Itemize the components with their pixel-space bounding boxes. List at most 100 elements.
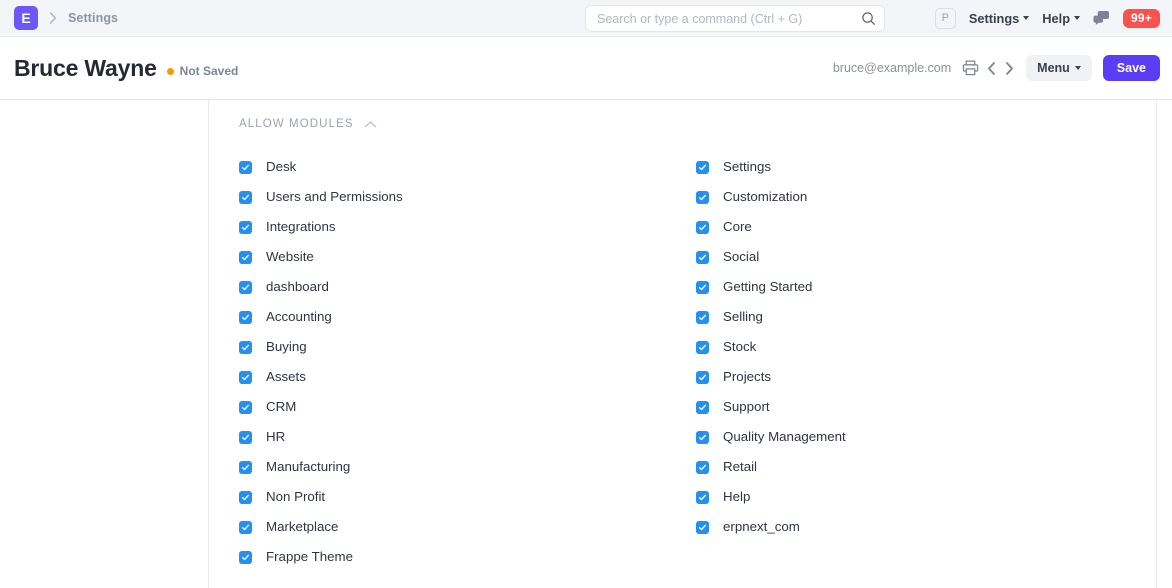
module-checkbox-label: Marketplace — [266, 520, 338, 533]
module-checkbox-row[interactable]: Website — [239, 242, 696, 272]
checkbox-checked-icon[interactable] — [239, 341, 252, 354]
top-navbar: E Settings P Settings Help 99+ — [0, 0, 1172, 37]
nav-menu-help[interactable]: Help — [1042, 11, 1080, 26]
module-checkbox-row[interactable]: Buying — [239, 332, 696, 362]
module-checkbox-label: Support — [723, 400, 770, 413]
checkbox-checked-icon[interactable] — [696, 341, 709, 354]
checkbox-checked-icon[interactable] — [696, 161, 709, 174]
module-checkbox-label: Help — [723, 490, 750, 503]
status-badge: Not Saved — [167, 64, 239, 78]
module-checkbox-row[interactable]: Manufacturing — [239, 452, 696, 482]
avatar[interactable]: P — [935, 8, 956, 29]
chevron-down-icon — [1023, 16, 1029, 20]
chevron-right-icon[interactable] — [1004, 61, 1015, 76]
module-checkbox-row[interactable]: Projects — [696, 362, 1153, 392]
checkbox-checked-icon[interactable] — [696, 221, 709, 234]
app-logo[interactable]: E — [14, 6, 38, 30]
checkbox-checked-icon[interactable] — [239, 431, 252, 444]
module-checkbox-label: Website — [266, 250, 314, 263]
menu-button[interactable]: Menu — [1026, 55, 1092, 82]
module-checkbox-row[interactable]: erpnext_com — [696, 512, 1153, 542]
module-checkbox-row[interactable]: Customization — [696, 182, 1153, 212]
module-checkbox-label: Customization — [723, 190, 807, 203]
module-checkbox-row[interactable]: Getting Started — [696, 272, 1153, 302]
print-icon[interactable] — [962, 60, 979, 76]
module-checkbox-row[interactable]: Desk — [239, 152, 696, 182]
checkbox-checked-icon[interactable] — [239, 461, 252, 474]
module-checkbox-row[interactable]: Core — [696, 212, 1153, 242]
module-checkbox-row[interactable]: Users and Permissions — [239, 182, 696, 212]
notification-badge[interactable]: 99+ — [1123, 9, 1160, 28]
module-checkbox-row[interactable]: Marketplace — [239, 512, 696, 542]
module-checkbox-row[interactable]: Retail — [696, 452, 1153, 482]
module-checkbox-row[interactable]: HR — [239, 422, 696, 452]
nav-menu-settings[interactable]: Settings — [969, 11, 1029, 26]
module-checkbox-label: Getting Started — [723, 280, 812, 293]
user-email: bruce@example.com — [833, 61, 951, 75]
page-title-block: Bruce Wayne Not Saved — [14, 55, 238, 82]
search-input[interactable] — [597, 12, 861, 26]
module-checkbox-row[interactable]: Support — [696, 392, 1153, 422]
section-header-allow-modules[interactable]: ALLOW MODULES — [209, 118, 1156, 130]
status-dot-icon — [167, 68, 174, 75]
checkbox-checked-icon[interactable] — [239, 401, 252, 414]
page-title: Bruce Wayne — [14, 55, 157, 82]
checkbox-checked-icon[interactable] — [696, 431, 709, 444]
search-box[interactable] — [585, 5, 885, 32]
checkbox-checked-icon[interactable] — [239, 221, 252, 234]
module-checkbox-row[interactable]: CRM — [239, 392, 696, 422]
module-checkbox-label: Desk — [266, 160, 296, 173]
checkbox-checked-icon[interactable] — [696, 191, 709, 204]
module-checkbox-row[interactable]: Integrations — [239, 212, 696, 242]
module-checkbox-label: Buying — [266, 340, 307, 353]
module-checkbox-label: Selling — [723, 310, 763, 323]
module-checkbox-row[interactable]: Assets — [239, 362, 696, 392]
chevron-right-icon — [46, 11, 60, 25]
module-checkbox-label: HR — [266, 430, 285, 443]
search-icon[interactable] — [861, 11, 876, 26]
module-checkbox-row[interactable]: Accounting — [239, 302, 696, 332]
page-header-icon-group — [962, 60, 1015, 76]
checkbox-checked-icon[interactable] — [696, 371, 709, 384]
module-checkbox-row[interactable]: dashboard — [239, 272, 696, 302]
module-checkbox-row[interactable]: Help — [696, 482, 1153, 512]
checkbox-checked-icon[interactable] — [239, 371, 252, 384]
module-checkbox-label: CRM — [266, 400, 296, 413]
allow-modules-grid: Desk Users and Permissions Integrations Web… — [209, 152, 1156, 572]
module-checkbox-label: Accounting — [266, 310, 332, 323]
checkbox-checked-icon[interactable] — [696, 281, 709, 294]
chevron-down-icon — [1074, 16, 1080, 20]
breadcrumb-settings[interactable]: Settings — [68, 11, 118, 25]
checkbox-checked-icon[interactable] — [696, 401, 709, 414]
chat-bubbles-icon[interactable] — [1093, 10, 1110, 26]
module-checkbox-label: Integrations — [266, 220, 335, 233]
module-checkbox-label: Retail — [723, 460, 757, 473]
module-checkbox-label: Quality Management — [723, 430, 846, 443]
checkbox-checked-icon[interactable] — [239, 521, 252, 534]
module-checkbox-row[interactable]: Stock — [696, 332, 1153, 362]
checkbox-checked-icon[interactable] — [239, 311, 252, 324]
checkbox-checked-icon[interactable] — [239, 191, 252, 204]
checkbox-checked-icon[interactable] — [696, 311, 709, 324]
checkbox-checked-icon[interactable] — [239, 251, 252, 264]
module-checkbox-row[interactable]: Non Profit — [239, 482, 696, 512]
save-button[interactable]: Save — [1103, 55, 1160, 82]
checkbox-checked-icon[interactable] — [239, 491, 252, 504]
checkbox-checked-icon[interactable] — [239, 281, 252, 294]
module-checkbox-row[interactable]: Social — [696, 242, 1153, 272]
navbar-right: P Settings Help 99+ — [935, 8, 1160, 29]
module-checkbox-row[interactable]: Frappe Theme — [239, 542, 696, 572]
chevron-left-icon[interactable] — [986, 61, 997, 76]
checkbox-checked-icon[interactable] — [239, 551, 252, 564]
checkbox-checked-icon[interactable] — [696, 251, 709, 264]
checkbox-checked-icon[interactable] — [239, 161, 252, 174]
checkbox-checked-icon[interactable] — [696, 491, 709, 504]
module-checkbox-row[interactable]: Quality Management — [696, 422, 1153, 452]
chevron-up-icon[interactable] — [364, 120, 377, 129]
module-checkbox-row[interactable]: Selling — [696, 302, 1153, 332]
checkbox-checked-icon[interactable] — [696, 461, 709, 474]
module-checkbox-row[interactable]: Settings — [696, 152, 1153, 182]
module-checkbox-label: Settings — [723, 160, 771, 173]
checkbox-checked-icon[interactable] — [696, 521, 709, 534]
status-label: Not Saved — [180, 64, 239, 78]
